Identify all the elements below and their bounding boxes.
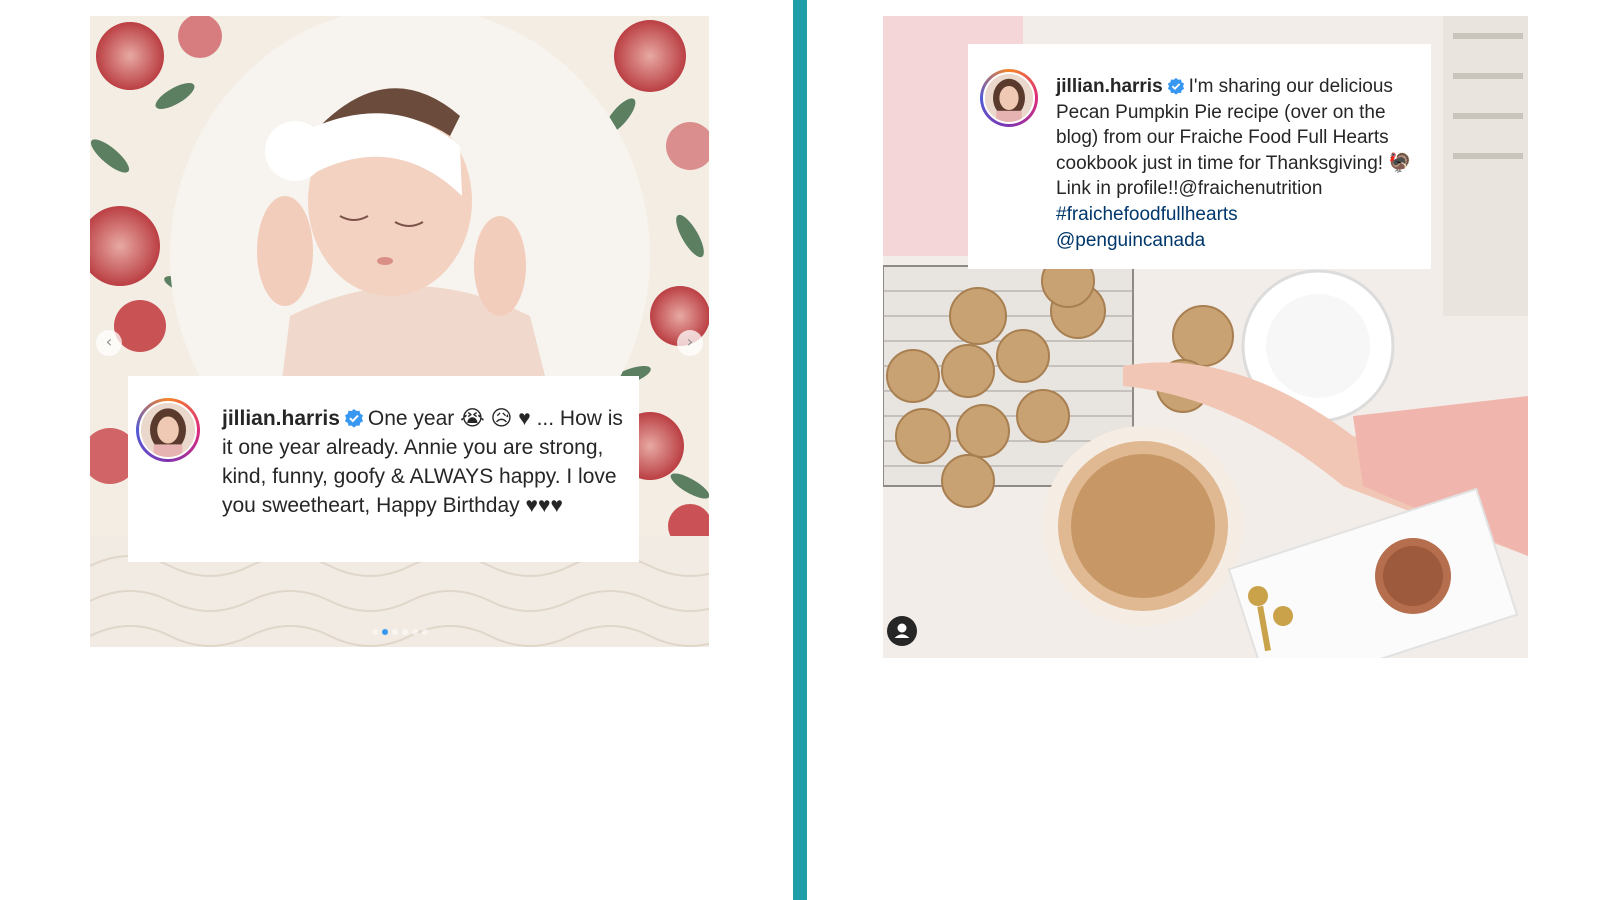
carousel-dot <box>401 629 408 635</box>
carousel-dot <box>421 629 428 635</box>
verified-badge-icon <box>1167 77 1184 95</box>
carousel-dot <box>371 629 378 635</box>
verified-badge-icon <box>344 409 363 428</box>
page: ‹ › jillian.harris One year 😭 😥 ♥ ... How… <box>0 0 1600 900</box>
crying-emoji-icon: 😭 <box>460 406 485 430</box>
divider-bar <box>793 0 807 900</box>
carousel-dot <box>391 629 398 635</box>
mention-link[interactable]: @penguincanada <box>1056 230 1205 251</box>
avatar[interactable] <box>980 69 1038 127</box>
caption-text: jillian.harris One year 😭 😥 ♥ ... How is … <box>222 404 632 520</box>
profile-photo <box>141 403 195 457</box>
username-link[interactable]: jillian.harris <box>222 407 340 430</box>
hashtag-link[interactable]: #fraichefoodfullhearts <box>1056 204 1238 225</box>
carousel-dot <box>381 629 388 635</box>
caption-text: jillian.harris I'm sharing our delicious … <box>1056 74 1426 253</box>
trailing-hearts: ♥♥♥ <box>525 494 563 517</box>
caption-body-rest: Link in profile!!@fraichenutrition <box>1056 178 1323 200</box>
person-icon <box>894 623 910 638</box>
sad-emoji-icon: 😥 <box>490 406 513 430</box>
chevron-left-icon: ‹ <box>105 332 113 351</box>
profile-photo <box>985 74 1033 122</box>
heart-glyph: ♥ <box>518 407 531 430</box>
username-link[interactable]: jillian.harris <box>1056 76 1163 97</box>
carousel-next-button[interactable]: › <box>677 330 703 356</box>
avatar[interactable] <box>136 398 200 462</box>
turkey-emoji-icon: 🦃 <box>1388 151 1412 174</box>
carousel-prev-button[interactable]: ‹ <box>96 330 122 356</box>
caption-body-start: One year <box>367 407 455 430</box>
carousel-indicator <box>90 629 709 635</box>
tagged-users-button[interactable] <box>887 616 917 646</box>
right-caption-card: jillian.harris I'm sharing our delicious … <box>968 44 1431 269</box>
left-caption-card: jillian.harris One year 😭 😥 ♥ ... How is … <box>128 376 639 562</box>
carousel-dot <box>411 629 418 635</box>
chevron-right-icon: › <box>686 332 694 351</box>
